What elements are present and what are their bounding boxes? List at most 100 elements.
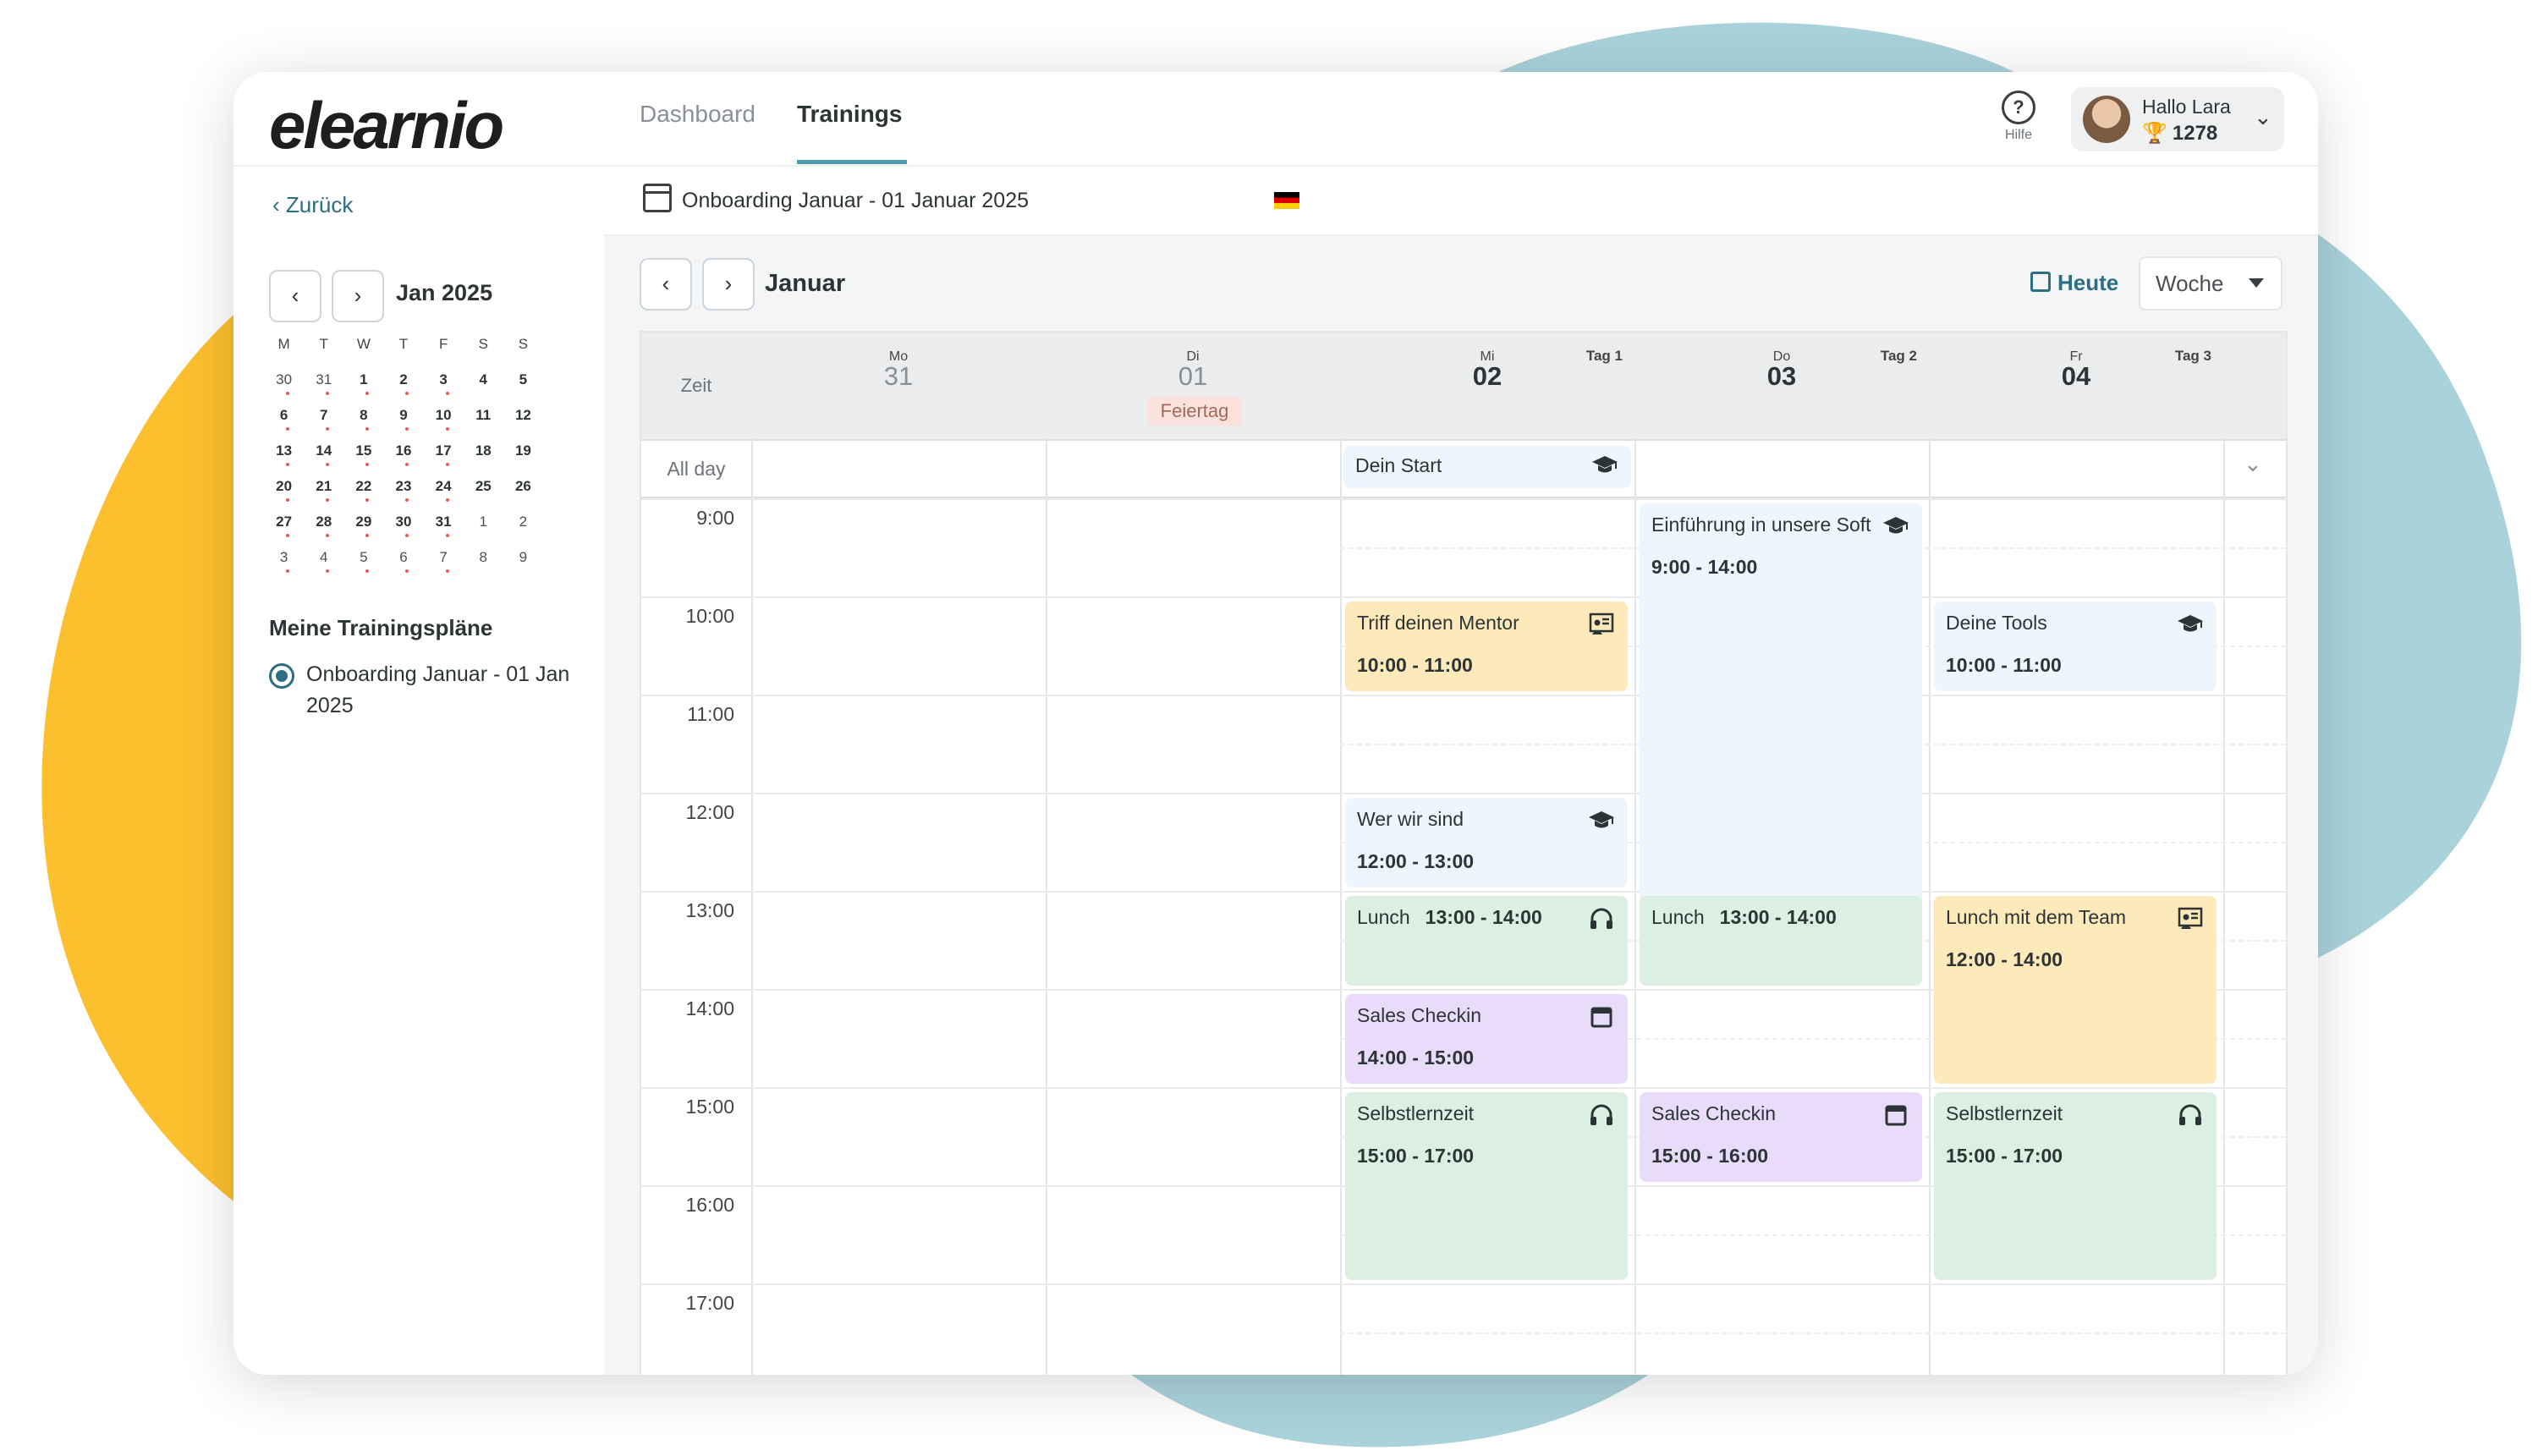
back-link[interactable]: ‹ Zurück: [272, 192, 353, 218]
mini-day[interactable]: 8: [464, 549, 503, 585]
mini-day[interactable]: 22: [343, 478, 383, 514]
day-header[interactable]: Di 01 Feiertag: [1046, 332, 1342, 441]
calendar-event[interactable]: Lunch mit dem Team 12:00 - 14:00: [1934, 896, 2217, 1084]
mini-weekday: W: [356, 336, 371, 352]
event-title: Selbstlernzeit: [1946, 1102, 2063, 1125]
mini-day[interactable]: 9: [503, 549, 543, 585]
mini-day[interactable]: 15: [343, 442, 383, 478]
calendar-event[interactable]: Sales Checkin 15:00 - 16:00: [1640, 1092, 1922, 1182]
user-points: 🏆 1278: [2142, 121, 2217, 146]
event-title-text: Selbstlernzeit: [1357, 1102, 1475, 1124]
mini-day[interactable]: 5: [343, 549, 383, 585]
day-header[interactable]: Mo 31: [751, 332, 1047, 441]
holiday-badge: Feiertag: [1147, 397, 1242, 426]
mini-day[interactable]: 11: [464, 407, 503, 442]
mini-day[interactable]: 10: [424, 407, 464, 442]
mini-day[interactable]: 25: [464, 478, 503, 514]
mini-day[interactable]: 30: [264, 371, 304, 407]
headphones-icon: [1587, 1102, 1616, 1128]
tab-dashboard[interactable]: Dashboard: [640, 101, 755, 128]
chevron-left-icon: ‹: [662, 271, 670, 296]
plan-label[interactable]: Onboarding Januar - 01 Jan 2025: [306, 659, 577, 722]
mini-week-row: 13 14 15 16 17 18 19: [264, 442, 543, 478]
mini-day[interactable]: 13: [264, 442, 304, 478]
calendar-event[interactable]: Lunch 13:00 - 14:00: [1640, 896, 1922, 986]
calendar-event[interactable]: Sales Checkin 14:00 - 15:00: [1345, 994, 1628, 1084]
plans-title: Meine Trainingspläne: [269, 615, 493, 640]
mini-day[interactable]: 5: [503, 371, 543, 407]
event-time: 14:00 - 15:00: [1357, 1047, 1475, 1069]
help-button[interactable]: ? Hilfe: [1995, 91, 2042, 143]
calendar-event[interactable]: Wer wir sind 12:00 - 13:00: [1345, 798, 1628, 887]
mini-day[interactable]: 20: [264, 478, 304, 514]
calendar-event[interactable]: Selbstlernzeit 15:00 - 17:00: [1934, 1092, 2217, 1280]
day-header[interactable]: Fr 04 Tag 3: [1929, 332, 2225, 441]
mini-day[interactable]: 18: [464, 442, 503, 478]
mini-day[interactable]: 9: [383, 407, 423, 442]
event-title: Lunch 13:00 - 14:00: [1357, 906, 1542, 929]
mini-day[interactable]: 29: [343, 514, 383, 549]
mini-weekday: S: [518, 336, 529, 352]
mini-day[interactable]: 6: [383, 549, 423, 585]
event-title: Deine Tools: [1946, 612, 2047, 635]
plan-radio[interactable]: [269, 663, 294, 689]
mini-weekday: F: [438, 336, 448, 352]
day-header[interactable]: Do 03 Tag 2: [1634, 332, 1931, 441]
graduation-cap-icon: [1587, 808, 1616, 833]
week-next-button[interactable]: ›: [702, 258, 755, 310]
mini-day[interactable]: 26: [503, 478, 543, 514]
day-header[interactable]: Mi 02 Tag 1: [1340, 332, 1636, 441]
calendar-event[interactable]: Deine Tools 10:00 - 11:00: [1934, 602, 2217, 691]
mini-day[interactable]: 12: [503, 407, 543, 442]
allday-expand-chevron-icon[interactable]: ⌄: [2244, 451, 2262, 477]
today-button[interactable]: Heute: [2030, 270, 2118, 296]
mini-day[interactable]: 4: [464, 371, 503, 407]
mini-day[interactable]: 28: [304, 514, 343, 549]
mini-day[interactable]: 24: [424, 478, 464, 514]
mini-day[interactable]: 3: [264, 549, 304, 585]
mini-day[interactable]: 2: [383, 371, 423, 407]
calendar-event[interactable]: Lunch 13:00 - 14:00: [1345, 896, 1628, 986]
logo[interactable]: elearnio: [269, 87, 504, 164]
chevron-down-icon[interactable]: ⌄: [2254, 104, 2272, 130]
mini-day[interactable]: 16: [383, 442, 423, 478]
day-tag: Tag 3: [2174, 348, 2211, 364]
mini-day[interactable]: 27: [264, 514, 304, 549]
hour-line: [641, 596, 2286, 598]
mini-day[interactable]: 14: [304, 442, 343, 478]
mini-calendar-next-button[interactable]: ›: [332, 270, 384, 322]
mini-day[interactable]: 17: [424, 442, 464, 478]
mini-day[interactable]: 30: [383, 514, 423, 549]
mini-day[interactable]: 21: [304, 478, 343, 514]
event-time: 12:00 - 13:00: [1357, 850, 1475, 872]
headphones-icon: [2176, 1102, 2205, 1128]
mini-day[interactable]: 31: [424, 514, 464, 549]
mini-day[interactable]: 3: [424, 371, 464, 407]
user-menu[interactable]: Hallo Lara 🏆 1278 ⌄: [2071, 87, 2284, 151]
mini-day[interactable]: 1: [343, 371, 383, 407]
mini-day[interactable]: 31: [304, 371, 343, 407]
mini-day[interactable]: 7: [304, 407, 343, 442]
mini-day[interactable]: 19: [503, 442, 543, 478]
event-title-text: Selbstlernzeit: [1946, 1102, 2063, 1124]
week-prev-button[interactable]: ‹: [640, 258, 692, 310]
mini-day[interactable]: 23: [383, 478, 423, 514]
chevron-right-icon: ›: [724, 271, 733, 296]
view-select[interactable]: Woche: [2139, 256, 2283, 310]
allday-event[interactable]: Dein Start: [1343, 446, 1631, 488]
mini-day[interactable]: 4: [304, 549, 343, 585]
mini-day[interactable]: 2: [503, 514, 543, 549]
mini-day[interactable]: 8: [343, 407, 383, 442]
help-label: Hilfe: [2004, 128, 2032, 142]
mini-calendar-prev-button[interactable]: ‹: [269, 270, 321, 322]
calendar-event[interactable]: Triff deinen Mentor 10:00 - 11:00: [1345, 602, 1628, 691]
tab-trainings[interactable]: Trainings: [797, 101, 902, 128]
mini-weekday: T: [398, 336, 409, 352]
mini-day[interactable]: 1: [464, 514, 503, 549]
hour-line: [641, 1283, 2286, 1285]
calendar-event[interactable]: Selbstlernzeit 15:00 - 17:00: [1345, 1092, 1628, 1280]
event-title-text: Wer wir sind: [1357, 808, 1464, 830]
mini-day[interactable]: 7: [424, 549, 464, 585]
mini-day[interactable]: 6: [264, 407, 304, 442]
day-tag: Tag 1: [1585, 348, 1623, 364]
